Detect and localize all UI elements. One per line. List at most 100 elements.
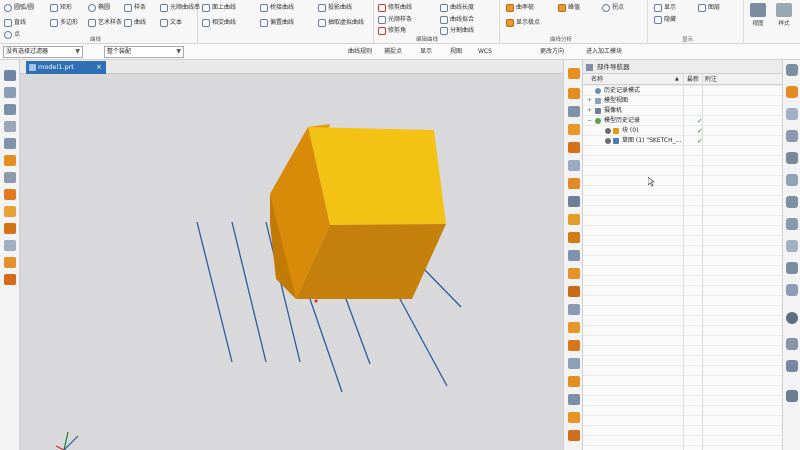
ribbon-item-project-curve[interactable]: 投影曲线 <box>318 3 352 13</box>
ribbon-item-smooth-curve[interactable]: 光顺曲线串 <box>160 3 200 13</box>
toolbar-item-change-orient[interactable]: 更改方向 <box>540 47 564 57</box>
sketch-line[interactable] <box>345 298 371 365</box>
pan-icon[interactable] <box>786 196 798 208</box>
ribbon-item-intersect-curve[interactable]: 相交曲线 <box>202 18 236 28</box>
eye-icon[interactable] <box>605 128 611 134</box>
toolbar-item-wcs[interactable]: WCS <box>478 47 492 57</box>
layer-settings-icon[interactable] <box>786 284 798 296</box>
measure-distance-icon[interactable] <box>568 394 580 405</box>
block-cube[interactable] <box>270 124 446 299</box>
ribbon-item-arc[interactable]: 圆弧/圆 <box>4 3 34 13</box>
trim-body-icon[interactable] <box>568 268 580 279</box>
thicken-icon[interactable] <box>568 322 580 333</box>
toolbar-item-curve-rule[interactable]: 曲线规则 <box>348 47 372 57</box>
ribbon-item-trim-corner[interactable]: 修剪角 <box>378 26 406 36</box>
toolbar-item-snap[interactable]: 捕捉点 <box>384 47 402 57</box>
sketch-palette-icon[interactable] <box>4 257 16 268</box>
style-big-button[interactable]: 样式 <box>772 2 796 32</box>
ribbon-item-art-spline[interactable]: 艺术样条 <box>88 18 122 28</box>
nav-row-sketch[interactable]: 草图 (1) "SKETCH_... ✓ <box>583 136 782 146</box>
ribbon-item-layer[interactable]: 图层 <box>698 3 720 13</box>
measure-icon[interactable] <box>4 274 16 285</box>
ribbon-item-ellipse[interactable]: 椭圆 <box>88 3 110 13</box>
ribbon-item-curve-length[interactable]: 曲线长度 <box>440 3 474 13</box>
eye-icon[interactable] <box>605 138 611 144</box>
boolean-icon[interactable] <box>568 142 580 153</box>
ribbon-item-point[interactable]: 点 <box>4 30 20 40</box>
draft-icon[interactable] <box>568 214 580 225</box>
toolbar-item-view-menu[interactable]: 视图 <box>450 47 462 57</box>
column-latest[interactable]: 最新 <box>687 74 699 85</box>
toolbar-item-enter-cam[interactable]: 进入加工模块 <box>586 47 622 57</box>
ribbon-item-polygon[interactable]: 多边形 <box>50 18 78 28</box>
nav-row-history-mode[interactable]: 历史记录模式 <box>583 86 782 96</box>
web-browser-icon[interactable] <box>4 155 16 166</box>
close-icon[interactable]: × <box>96 61 102 74</box>
nav-row-camera[interactable]: + 摄像机 <box>583 106 782 116</box>
chamfer-icon[interactable] <box>568 178 580 189</box>
sketch-line[interactable] <box>231 221 267 363</box>
hd3d-icon[interactable] <box>4 138 16 149</box>
sketch-line[interactable] <box>196 221 233 363</box>
rotate-icon[interactable] <box>786 174 798 186</box>
ribbon-item-text[interactable]: 文本 <box>160 18 182 28</box>
ribbon-item-hide[interactable]: 隐藏 <box>654 15 676 25</box>
ribbon-item-extract-curve[interactable]: 抽取虚拟曲线 <box>318 18 364 28</box>
nav-row-model-views[interactable]: + 模型视图 <box>583 96 782 106</box>
assembly-navigator-icon[interactable] <box>4 87 16 98</box>
edge-blend-icon[interactable] <box>568 160 580 171</box>
toolbar-item-show[interactable]: 显示 <box>420 47 432 57</box>
ribbon-item-line[interactable]: 直线 <box>4 18 26 28</box>
hole-icon[interactable] <box>568 124 580 135</box>
palette-icon[interactable] <box>786 338 798 350</box>
ribbon-item-curve[interactable]: 曲线 <box>124 18 146 28</box>
analysis-icon[interactable] <box>568 430 580 441</box>
extrude-icon[interactable] <box>568 88 580 99</box>
ribbon-item-bridge-curve[interactable]: 桥接曲线 <box>260 3 294 13</box>
translucency-icon[interactable] <box>786 262 798 274</box>
scope-combo[interactable]: 整个装配 ▼ <box>104 46 184 58</box>
ribbon-item-offset-curve[interactable]: 偏置曲线 <box>260 18 294 28</box>
history-palette-icon[interactable] <box>4 172 16 183</box>
sketch-line[interactable] <box>309 298 343 393</box>
view-orient-icon[interactable] <box>786 64 798 76</box>
collapse-icon[interactable]: − <box>587 116 592 126</box>
render-icon[interactable] <box>568 412 580 423</box>
ribbon-item-divide-curve[interactable]: 分割曲线 <box>440 26 474 36</box>
split-body-icon[interactable] <box>568 286 580 297</box>
ribbon-item-show-poles[interactable]: 显示极点 <box>506 18 540 28</box>
info-icon[interactable] <box>786 360 798 372</box>
nav-row-model-history[interactable]: − 模型历史记录 ✓ <box>583 116 782 126</box>
cube-top-face[interactable] <box>308 127 446 225</box>
ribbon-item-curvature-comb[interactable]: 曲率梳 <box>506 3 534 13</box>
revolve-icon[interactable] <box>568 106 580 117</box>
ribbon-item-display[interactable]: 显示 <box>654 3 676 13</box>
fit-view-icon[interactable] <box>786 130 798 142</box>
sketch-tool-icon[interactable] <box>568 68 580 79</box>
shading-icon[interactable] <box>786 86 798 98</box>
pattern-icon[interactable] <box>568 232 580 243</box>
ribbon-item-inflection[interactable]: 拐点 <box>602 3 624 13</box>
column-name[interactable]: 名称 <box>591 74 603 85</box>
reuse-library-icon[interactable] <box>4 121 16 132</box>
ribbon-item-peak[interactable]: 峰值 <box>558 3 580 13</box>
nav-row-block[interactable]: 块 (0) ✓ <box>583 126 782 136</box>
filter-combo[interactable]: 没有选择过滤器 ▼ <box>3 46 83 58</box>
ribbon-item-rectangle[interactable]: 矩形 <box>50 3 72 13</box>
help-icon[interactable] <box>786 390 798 402</box>
shell-icon[interactable] <box>568 196 580 207</box>
clock-icon[interactable] <box>786 312 798 324</box>
process-studio-icon[interactable] <box>4 189 16 200</box>
color-icon[interactable] <box>786 240 798 252</box>
graphics-viewport[interactable] <box>20 74 563 450</box>
surface-icon[interactable] <box>568 358 580 369</box>
ribbon-item-spline[interactable]: 样条 <box>124 3 146 13</box>
column-sort-up[interactable]: ▲ <box>675 74 679 85</box>
document-tab[interactable]: model1.prt × <box>26 61 106 74</box>
section-icon[interactable] <box>786 218 798 230</box>
sync-modeling-icon[interactable] <box>568 376 580 387</box>
constraint-icon[interactable] <box>4 104 16 115</box>
ribbon-item-fit-curve[interactable]: 曲线拟合 <box>440 15 474 25</box>
zoom-icon[interactable] <box>786 152 798 164</box>
view-big-button[interactable]: 视图 <box>746 2 770 32</box>
